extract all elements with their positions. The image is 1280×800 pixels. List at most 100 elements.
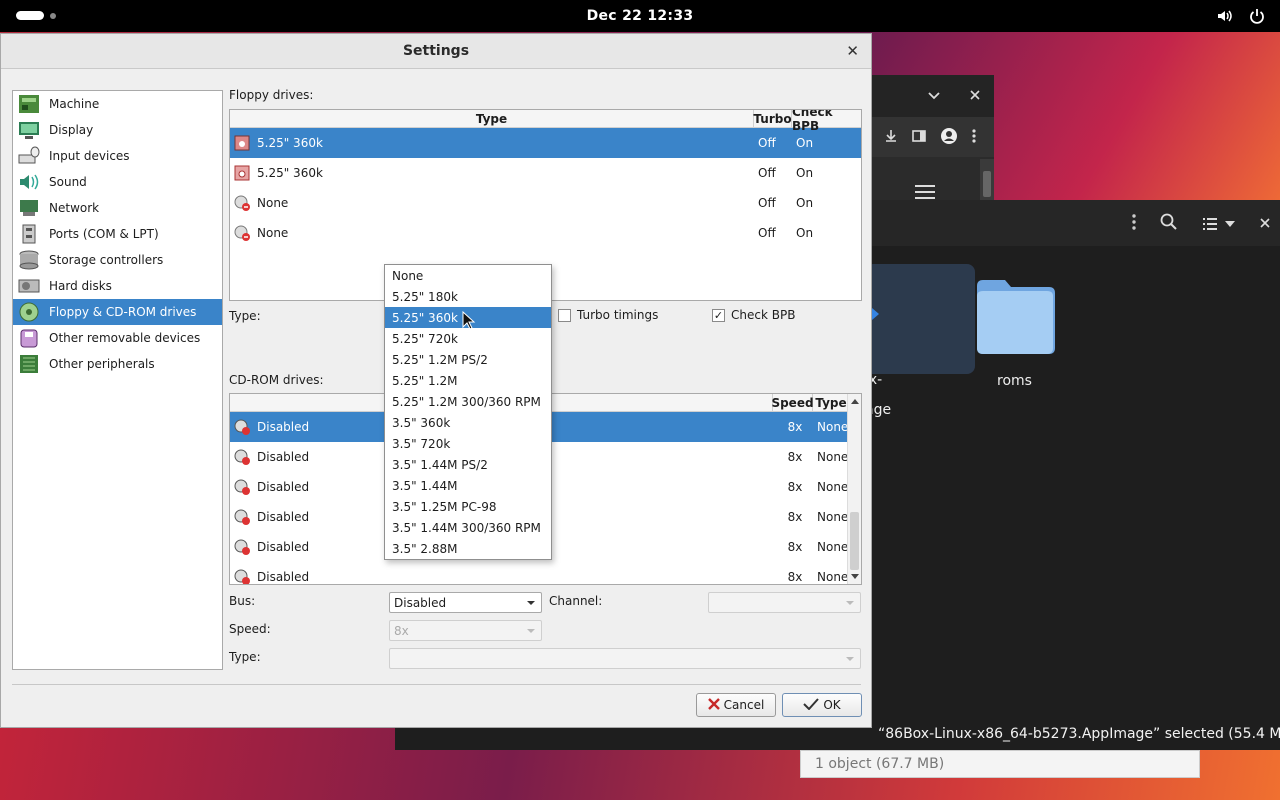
dropdown-option[interactable]: 3.5" 1.44M [385,475,551,496]
cell-type: None [817,570,849,584]
volume-icon[interactable] [1216,7,1234,28]
cell-type: 5.25" 360k [257,166,323,180]
account-icon[interactable] [940,127,958,148]
floppy-type-dropdown[interactable]: None 5.25" 180k 5.25" 360k 5.25" 720k 5.… [384,264,552,560]
clock[interactable]: Dec 22 12:33 [587,8,694,24]
cell-check-bpb: On [796,166,814,180]
cdrom-section-label: CD-ROM drives: [229,373,324,387]
dropdown-option[interactable]: 5.25" 180k [385,286,551,307]
cell-speed: 8x [787,510,803,524]
close-icon[interactable]: ✕ [846,42,859,60]
scrollbar[interactable] [847,394,861,584]
nav-item-sound[interactable]: Sound [13,169,222,195]
chevron-down-icon [527,629,535,633]
floppy-drive-icon [233,164,251,182]
workspace-indicator [50,12,56,19]
nav-item-ports[interactable]: Ports (COM & LPT) [13,221,222,247]
table-row[interactable]: None Off On [230,188,861,218]
cell-type: None [257,226,289,240]
dropdown-option[interactable]: 5.25" 1.2M 300/360 RPM [385,391,551,412]
scroll-up-arrow-icon[interactable] [851,398,859,404]
dialog-titlebar[interactable]: Settings ✕ [1,34,871,69]
nav-item-network[interactable]: Network [13,195,222,221]
scroll-down-arrow-icon[interactable] [851,574,859,580]
nav-item-label: Input devices [49,149,130,163]
column-header[interactable]: Check BPB [792,110,861,133]
removable-devices-icon [17,327,41,349]
menu-kebab-icon[interactable] [1132,214,1136,233]
column-header[interactable]: Turbo [753,110,792,127]
table-row[interactable]: 5.25" 360k Off On [230,128,861,158]
nav-item-label: Machine [49,97,100,111]
nav-item-label: Display [49,123,94,137]
column-header[interactable]: Type [813,394,849,411]
nav-item-label: Storage controllers [49,253,164,267]
speed-select-value: 8x [394,623,409,638]
cancel-button[interactable]: Cancel [696,693,776,717]
nav-item-other-removable[interactable]: Other removable devices [13,325,222,351]
nav-item-storage-controllers[interactable]: Storage controllers [13,247,222,273]
table-row[interactable]: Disabled 8x None [230,562,849,584]
table-row[interactable]: None Off On [230,218,861,248]
dropdown-option[interactable]: 3.5" 1.44M PS/2 [385,454,551,475]
power-icon[interactable] [1248,7,1266,28]
cell-turbo: Off [758,196,776,210]
download-icon[interactable] [884,129,898,146]
empty-drive-icon [233,224,251,242]
channel-select[interactable] [708,592,861,613]
background-browser-window[interactable] [860,75,994,203]
cancel-button-label: Cancel [723,698,765,712]
dropdown-option[interactable]: 3.5" 1.44M 300/360 RPM [385,517,551,538]
column-header[interactable]: Type [230,110,754,127]
scrollbar-thumb[interactable] [850,512,859,570]
close-icon[interactable] [970,89,980,103]
files-selection-status: “86Box-Linux-x86_64-b5273.AppImage” sele… [862,720,1280,750]
cell-check-bpb: On [796,136,814,150]
nav-item-floppy-cdrom[interactable]: Floppy & CD-ROM drives [13,299,222,325]
machine-icon [17,93,41,115]
table-row[interactable]: 5.25" 360k Off On [230,158,861,188]
settings-category-list[interactable]: Machine Display Input devices Sound Netw… [12,90,223,670]
cell-turbo: Off [758,136,776,150]
system-tray[interactable] [1216,7,1266,28]
dropdown-option[interactable]: None [385,265,551,286]
cell-check-bpb: On [796,196,814,210]
nav-item-display[interactable]: Display [13,117,222,143]
close-icon[interactable] [1260,217,1270,231]
list-view-icon[interactable] [1202,217,1236,231]
nav-item-other-peripherals[interactable]: Other peripherals [13,351,222,377]
dropdown-option[interactable]: 3.5" 360k [385,412,551,433]
search-icon[interactable] [1160,213,1178,234]
sidebar-icon[interactable] [912,129,926,146]
file-item-appimage[interactable]: ıx- age [865,264,975,418]
checkbox-box[interactable]: ✓ [712,308,725,322]
dropdown-option[interactable]: 3.5" 1.25M PC-98 [385,496,551,517]
bus-select[interactable]: Disabled [389,592,542,613]
nav-item-input-devices[interactable]: Input devices [13,143,222,169]
speed-select[interactable]: 8x [389,620,542,641]
checkbox-box[interactable] [558,308,571,322]
cell-speed: 8x [787,480,803,494]
activities-button[interactable] [16,11,56,20]
check-bpb-checkbox[interactable]: ✓ Check BPB [712,308,795,322]
menu-kebab-icon[interactable] [972,128,976,146]
turbo-timings-checkbox[interactable]: Turbo timings [558,308,658,322]
cell-speed: 8x [787,450,803,464]
nav-item-hard-disks[interactable]: Hard disks [13,273,222,299]
column-header[interactable]: Speed [771,394,814,411]
dropdown-option[interactable]: 5.25" 1.2M [385,370,551,391]
chevron-down-icon[interactable] [928,89,940,103]
folder-item-roms[interactable]: roms [975,278,1055,389]
folder-label: roms [997,373,1032,389]
scrollbar[interactable] [980,159,994,203]
nav-item-machine[interactable]: Machine [13,91,222,117]
dropdown-option[interactable]: 3.5" 2.88M [385,538,551,559]
cdrom-type-select[interactable] [389,648,861,669]
cdrom-drive-icon [233,448,251,466]
empty-drive-icon [233,194,251,212]
ok-button[interactable]: OK [782,693,862,717]
dropdown-option[interactable]: 5.25" 1.2M PS/2 [385,349,551,370]
dropdown-option[interactable]: 3.5" 720k [385,433,551,454]
ok-button-label: OK [823,698,841,712]
storage-controllers-icon [17,249,41,271]
